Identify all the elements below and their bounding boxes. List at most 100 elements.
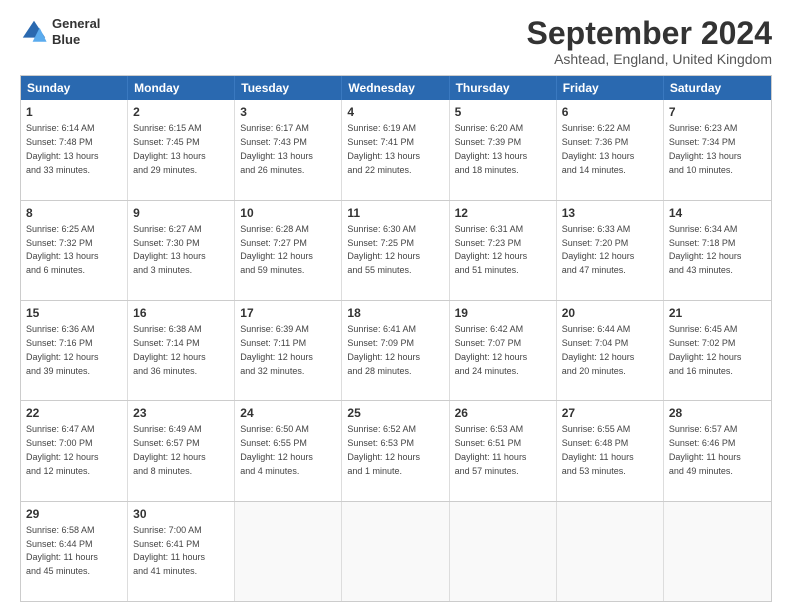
day-number: 20 — [562, 305, 658, 321]
calendar-week-3: 15 Sunrise: 6:36 AM Sunset: 7:16 PM Dayli… — [21, 300, 771, 400]
calendar-day-26: 26 Sunrise: 6:53 AM Sunset: 6:51 PM Dayli… — [450, 401, 557, 500]
day-number: 23 — [133, 405, 229, 421]
day-number: 30 — [133, 506, 229, 522]
calendar-empty-cell — [342, 502, 449, 601]
day-number: 22 — [26, 405, 122, 421]
day-data: Sunrise: 6:25 AM Sunset: 7:32 PM Dayligh… — [26, 224, 99, 275]
calendar-day-9: 9 Sunrise: 6:27 AM Sunset: 7:30 PM Daylig… — [128, 201, 235, 300]
day-number: 29 — [26, 506, 122, 522]
day-data: Sunrise: 6:20 AM Sunset: 7:39 PM Dayligh… — [455, 123, 528, 174]
day-number: 25 — [347, 405, 443, 421]
calendar-day-10: 10Sunrise: 6:28 AM Sunset: 7:27 PM Dayli… — [235, 201, 342, 300]
day-data: Sunrise: 6:41 AM Sunset: 7:09 PM Dayligh… — [347, 324, 420, 375]
calendar-body: 1 Sunrise: 6:14 AM Sunset: 7:48 PM Daylig… — [21, 100, 771, 601]
day-number: 8 — [26, 205, 122, 221]
day-number: 6 — [562, 104, 658, 120]
header: General Blue September 2024 Ashtead, Eng… — [20, 16, 772, 67]
day-data: Sunrise: 6:15 AM Sunset: 7:45 PM Dayligh… — [133, 123, 206, 174]
day-data: Sunrise: 6:57 AM Sunset: 6:46 PM Dayligh… — [669, 424, 741, 475]
day-header-tuesday: Tuesday — [235, 76, 342, 100]
calendar-day-12: 12 Sunrise: 6:31 AM Sunset: 7:23 PM Dayli… — [450, 201, 557, 300]
title-block: September 2024 Ashtead, England, United … — [527, 16, 772, 67]
calendar-empty-cell — [450, 502, 557, 601]
calendar-day-29: 29Sunrise: 6:58 AM Sunset: 6:44 PM Dayli… — [21, 502, 128, 601]
calendar-day-23: 23 Sunrise: 6:49 AM Sunset: 6:57 PM Dayli… — [128, 401, 235, 500]
day-number: 4 — [347, 104, 443, 120]
day-number: 14 — [669, 205, 766, 221]
day-header-saturday: Saturday — [664, 76, 771, 100]
day-data: Sunrise: 6:19 AM Sunset: 7:41 PM Dayligh… — [347, 123, 420, 174]
day-header-thursday: Thursday — [450, 76, 557, 100]
calendar-day-7: 7 Sunrise: 6:23 AM Sunset: 7:34 PM Daylig… — [664, 100, 771, 199]
day-number: 11 — [347, 205, 443, 221]
day-data: Sunrise: 6:49 AM Sunset: 6:57 PM Dayligh… — [133, 424, 206, 475]
day-data: Sunrise: 6:34 AM Sunset: 7:18 PM Dayligh… — [669, 224, 742, 275]
calendar: SundayMondayTuesdayWednesdayThursdayFrid… — [20, 75, 772, 602]
day-number: 28 — [669, 405, 766, 421]
day-number: 15 — [26, 305, 122, 321]
calendar-day-1: 1 Sunrise: 6:14 AM Sunset: 7:48 PM Daylig… — [21, 100, 128, 199]
calendar-day-15: 15 Sunrise: 6:36 AM Sunset: 7:16 PM Dayli… — [21, 301, 128, 400]
day-data: Sunrise: 6:42 AM Sunset: 7:07 PM Dayligh… — [455, 324, 528, 375]
day-header-friday: Friday — [557, 76, 664, 100]
logo-icon — [20, 18, 48, 46]
day-number: 9 — [133, 205, 229, 221]
calendar-day-28: 28 Sunrise: 6:57 AM Sunset: 6:46 PM Dayli… — [664, 401, 771, 500]
calendar-day-6: 6Sunrise: 6:22 AM Sunset: 7:36 PM Daylig… — [557, 100, 664, 199]
day-data: Sunrise: 6:36 AM Sunset: 7:16 PM Dayligh… — [26, 324, 99, 375]
day-number: 13 — [562, 205, 658, 221]
day-number: 1 — [26, 104, 122, 120]
day-data: Sunrise: 6:33 AM Sunset: 7:20 PM Dayligh… — [562, 224, 635, 275]
calendar-day-4: 4 Sunrise: 6:19 AM Sunset: 7:41 PM Daylig… — [342, 100, 449, 199]
calendar-day-25: 25Sunrise: 6:52 AM Sunset: 6:53 PM Dayli… — [342, 401, 449, 500]
day-data: Sunrise: 6:14 AM Sunset: 7:48 PM Dayligh… — [26, 123, 99, 174]
day-number: 27 — [562, 405, 658, 421]
day-data: Sunrise: 6:50 AM Sunset: 6:55 PM Dayligh… — [240, 424, 313, 475]
day-number: 7 — [669, 104, 766, 120]
calendar-day-16: 16Sunrise: 6:38 AM Sunset: 7:14 PM Dayli… — [128, 301, 235, 400]
day-number: 24 — [240, 405, 336, 421]
day-header-wednesday: Wednesday — [342, 76, 449, 100]
calendar-header: SundayMondayTuesdayWednesdayThursdayFrid… — [21, 76, 771, 100]
day-data: Sunrise: 6:53 AM Sunset: 6:51 PM Dayligh… — [455, 424, 527, 475]
day-data: Sunrise: 6:23 AM Sunset: 7:34 PM Dayligh… — [669, 123, 742, 174]
day-number: 12 — [455, 205, 551, 221]
calendar-day-20: 20Sunrise: 6:44 AM Sunset: 7:04 PM Dayli… — [557, 301, 664, 400]
calendar-week-2: 8 Sunrise: 6:25 AM Sunset: 7:32 PM Daylig… — [21, 200, 771, 300]
day-number: 18 — [347, 305, 443, 321]
logo-text: General Blue — [52, 16, 100, 47]
location: Ashtead, England, United Kingdom — [527, 51, 772, 67]
day-data: Sunrise: 6:27 AM Sunset: 7:30 PM Dayligh… — [133, 224, 206, 275]
day-data: Sunrise: 6:45 AM Sunset: 7:02 PM Dayligh… — [669, 324, 742, 375]
day-header-sunday: Sunday — [21, 76, 128, 100]
day-number: 17 — [240, 305, 336, 321]
logo-line1: General — [52, 16, 100, 32]
day-number: 2 — [133, 104, 229, 120]
calendar-day-18: 18 Sunrise: 6:41 AM Sunset: 7:09 PM Dayli… — [342, 301, 449, 400]
day-number: 5 — [455, 104, 551, 120]
day-data: Sunrise: 6:17 AM Sunset: 7:43 PM Dayligh… — [240, 123, 313, 174]
calendar-empty-cell — [664, 502, 771, 601]
calendar-week-5: 29Sunrise: 6:58 AM Sunset: 6:44 PM Dayli… — [21, 501, 771, 601]
calendar-day-30: 30Sunrise: 7:00 AM Sunset: 6:41 PM Dayli… — [128, 502, 235, 601]
day-number: 21 — [669, 305, 766, 321]
calendar-day-22: 22 Sunrise: 6:47 AM Sunset: 7:00 PM Dayli… — [21, 401, 128, 500]
day-number: 19 — [455, 305, 551, 321]
day-data: Sunrise: 6:39 AM Sunset: 7:11 PM Dayligh… — [240, 324, 313, 375]
day-data: Sunrise: 6:47 AM Sunset: 7:00 PM Dayligh… — [26, 424, 99, 475]
day-data: Sunrise: 6:55 AM Sunset: 6:48 PM Dayligh… — [562, 424, 634, 475]
logo: General Blue — [20, 16, 100, 47]
calendar-day-2: 2 Sunrise: 6:15 AM Sunset: 7:45 PM Daylig… — [128, 100, 235, 199]
day-number: 26 — [455, 405, 551, 421]
calendar-day-13: 13 Sunrise: 6:33 AM Sunset: 7:20 PM Dayli… — [557, 201, 664, 300]
day-data: Sunrise: 6:30 AM Sunset: 7:25 PM Dayligh… — [347, 224, 420, 275]
calendar-day-8: 8 Sunrise: 6:25 AM Sunset: 7:32 PM Daylig… — [21, 201, 128, 300]
calendar-day-14: 14 Sunrise: 6:34 AM Sunset: 7:18 PM Dayli… — [664, 201, 771, 300]
day-header-monday: Monday — [128, 76, 235, 100]
day-data: Sunrise: 6:31 AM Sunset: 7:23 PM Dayligh… — [455, 224, 528, 275]
calendar-week-1: 1 Sunrise: 6:14 AM Sunset: 7:48 PM Daylig… — [21, 100, 771, 199]
calendar-day-24: 24 Sunrise: 6:50 AM Sunset: 6:55 PM Dayli… — [235, 401, 342, 500]
calendar-day-21: 21 Sunrise: 6:45 AM Sunset: 7:02 PM Dayli… — [664, 301, 771, 400]
day-data: Sunrise: 6:38 AM Sunset: 7:14 PM Dayligh… — [133, 324, 206, 375]
day-number: 3 — [240, 104, 336, 120]
